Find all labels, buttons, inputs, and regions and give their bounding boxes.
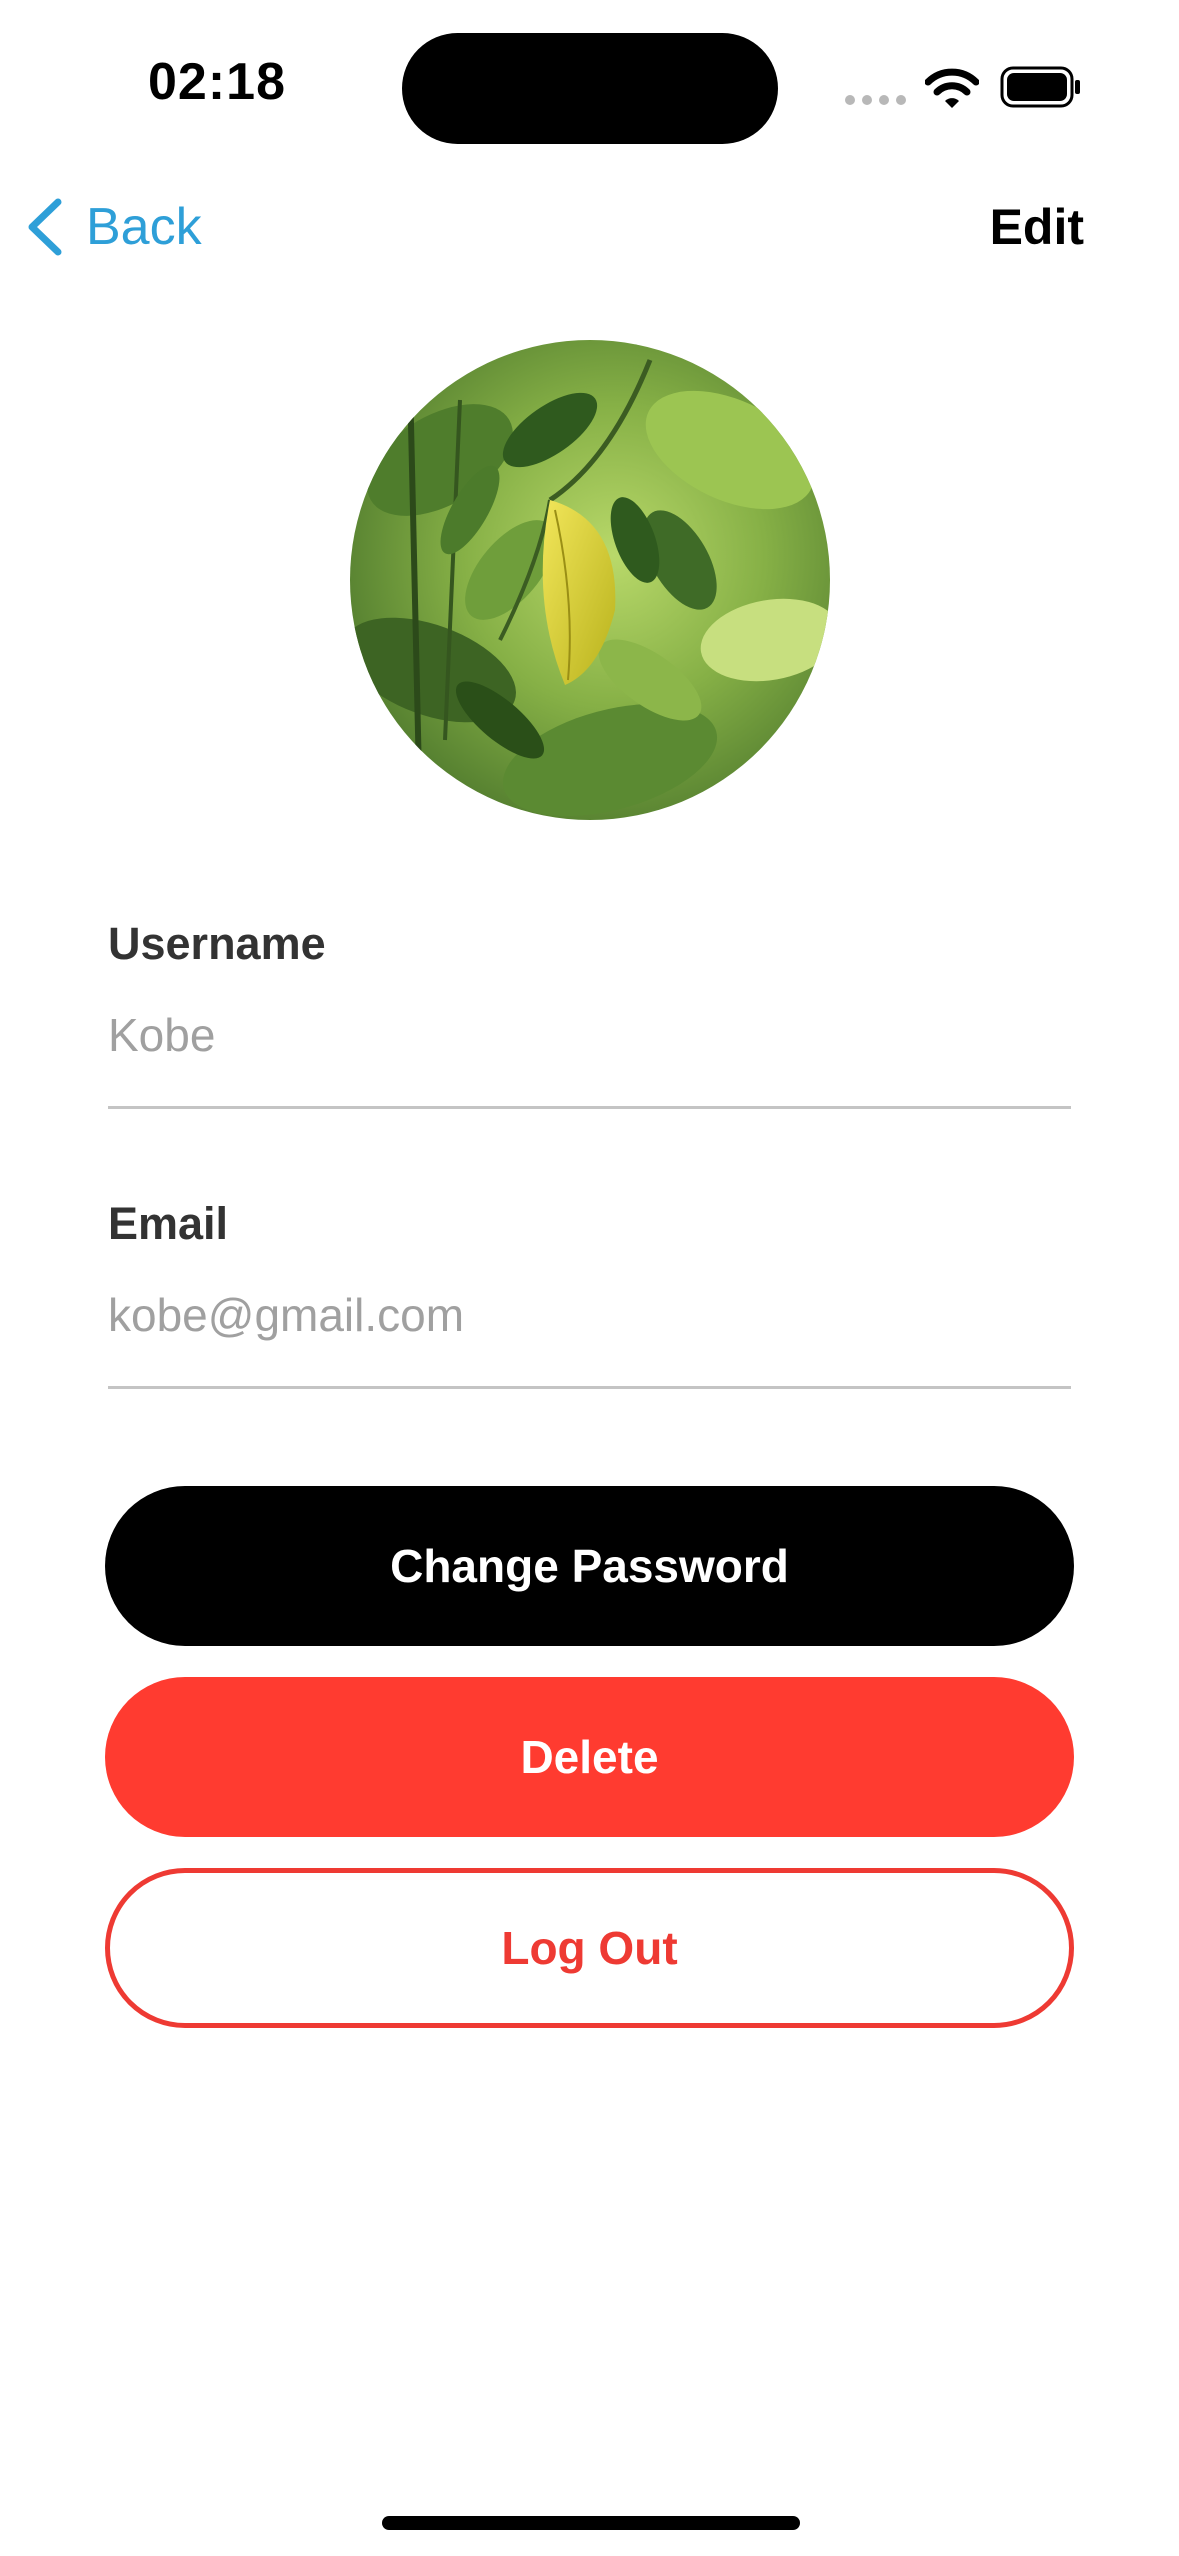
edit-button[interactable]: Edit [990,198,1084,256]
back-label: Back [86,198,202,256]
email-divider [108,1386,1071,1389]
signal-icon [845,95,906,105]
log-out-button[interactable]: Log Out [105,1868,1074,2028]
wifi-icon [925,68,979,108]
delete-button[interactable]: Delete [105,1677,1074,1837]
leaf-photo [350,340,830,820]
chevron-left-icon [28,198,62,256]
username-divider [108,1106,1071,1109]
email-input[interactable] [108,1280,1068,1350]
battery-icon [1000,66,1080,108]
status-time: 02:18 [148,53,286,111]
change-password-button[interactable]: Change Password [105,1486,1074,1646]
dynamic-island [402,33,778,144]
username-label: Username [108,918,326,969]
username-input[interactable] [108,1000,1068,1070]
back-button[interactable]: Back [24,192,202,262]
home-indicator[interactable] [382,2516,800,2530]
avatar[interactable] [350,340,830,820]
email-label: Email [108,1198,229,1249]
